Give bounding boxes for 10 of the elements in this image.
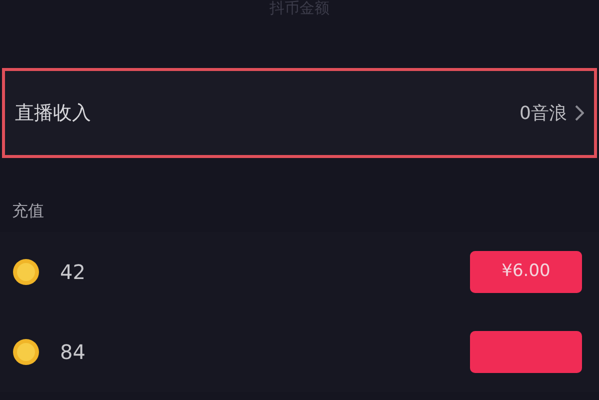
income-value: 0音浪 bbox=[520, 102, 567, 126]
coin-icon bbox=[12, 258, 40, 286]
income-label: 直播收入 bbox=[15, 100, 91, 126]
section-title: 充值 bbox=[12, 200, 44, 222]
price-button[interactable] bbox=[470, 331, 582, 373]
coin-amount: 84 bbox=[60, 339, 86, 366]
coin-amount: 42 bbox=[60, 259, 86, 286]
income-row[interactable]: 直播收入 0音浪 bbox=[2, 68, 597, 158]
chevron-icon bbox=[575, 105, 584, 121]
coin-icon bbox=[12, 338, 40, 366]
